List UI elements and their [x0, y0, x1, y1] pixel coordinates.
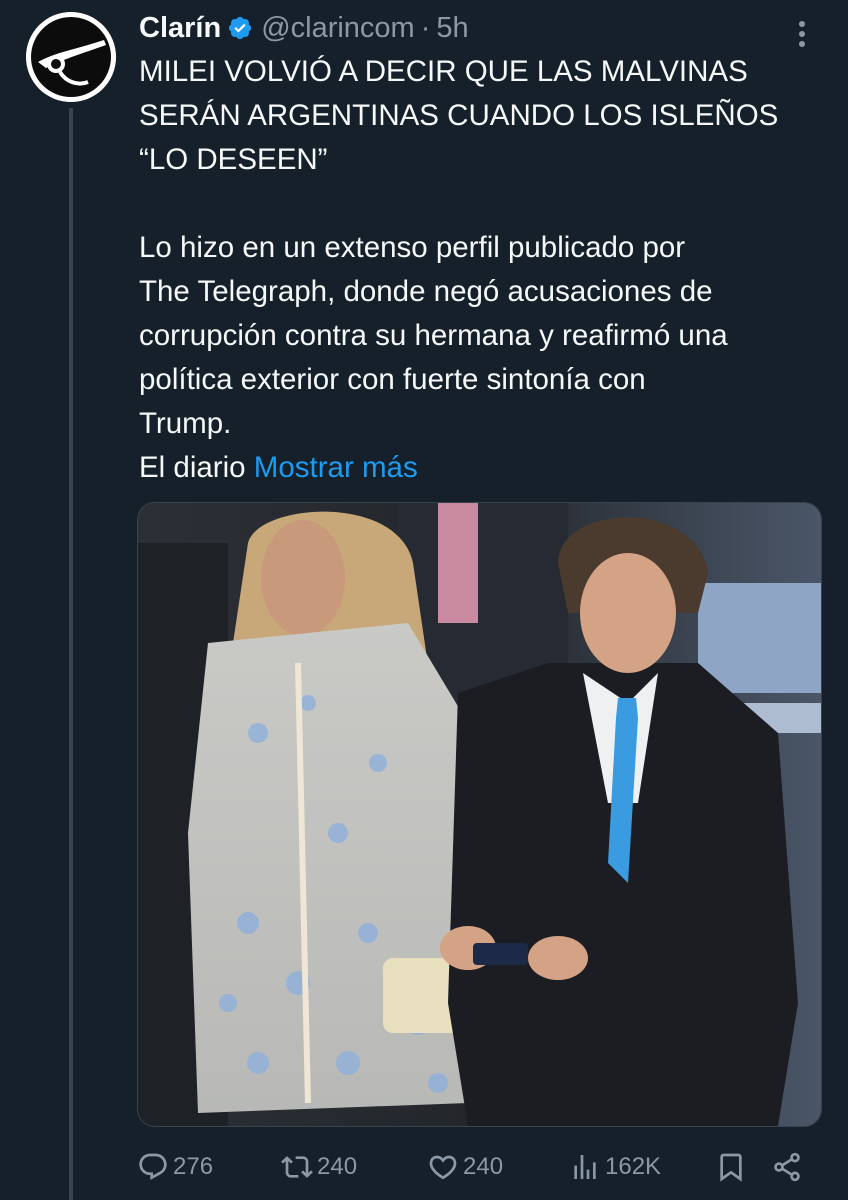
bookmark-button[interactable]: [715, 1151, 751, 1183]
tweet-photo[interactable]: [137, 502, 822, 1127]
author-name[interactable]: Clarín: [139, 12, 221, 45]
more-vertical-icon[interactable]: [782, 14, 822, 54]
retweet-button[interactable]: 240: [281, 1151, 357, 1183]
bookmark-icon: [720, 1153, 742, 1182]
reply-count: 276: [173, 1153, 214, 1180]
heart-icon: [429, 1155, 457, 1180]
headline-line: “LO DESEEN”: [139, 143, 328, 176]
verified-badge-icon: [227, 15, 253, 41]
author-handle[interactable]: @clarincom: [261, 12, 415, 45]
body-line: política exterior con fuerte sintonía co…: [139, 363, 646, 396]
like-count: 240: [463, 1153, 504, 1180]
views-button[interactable]: 162K: [569, 1151, 661, 1183]
share-button[interactable]: [771, 1151, 807, 1183]
header-separator: ·: [420, 11, 431, 44]
like-button[interactable]: 240: [427, 1151, 503, 1183]
retweet-icon: [281, 1156, 313, 1178]
tweet-timestamp[interactable]: 5h: [436, 12, 468, 45]
body-prefix: El diario: [139, 451, 246, 484]
tweet-text: MILEI VOLVIÓ A DECIR QUE LAS MALVINAS SE…: [139, 50, 829, 490]
views-chart-icon: [574, 1155, 596, 1179]
body-line: Lo hizo en un extenso perfil publicado p…: [139, 231, 686, 264]
body-line: Trump.: [139, 407, 232, 440]
headline-line: SERÁN ARGENTINAS CUANDO LOS ISLEÑOS: [139, 99, 779, 132]
tweet: Clarín @clarincom · 5h MILEI VOLVIÓ A DE…: [0, 0, 848, 1200]
reply-button[interactable]: 276: [137, 1151, 213, 1183]
author-avatar[interactable]: [26, 12, 116, 102]
show-more-link[interactable]: Mostrar más: [254, 451, 418, 484]
headline-line: MILEI VOLVIÓ A DECIR QUE LAS MALVINAS: [139, 55, 748, 88]
views-count: 162K: [605, 1153, 662, 1180]
tweet-header: Clarín @clarincom · 5h: [139, 8, 469, 48]
tweet-actions: 276 240 240 162K: [137, 1145, 827, 1189]
share-icon: [774, 1152, 800, 1182]
thread-line: [69, 108, 73, 1200]
clarin-logo-icon: [26, 12, 116, 102]
retweet-count: 240: [317, 1153, 358, 1180]
reply-icon: [139, 1153, 167, 1180]
body-line: corrupción contra su hermana y reafirmó …: [139, 319, 728, 352]
body-line: The Telegraph, donde negó acusaciones de: [139, 275, 713, 308]
body-line-last: El diario Mostrar más: [139, 446, 829, 490]
